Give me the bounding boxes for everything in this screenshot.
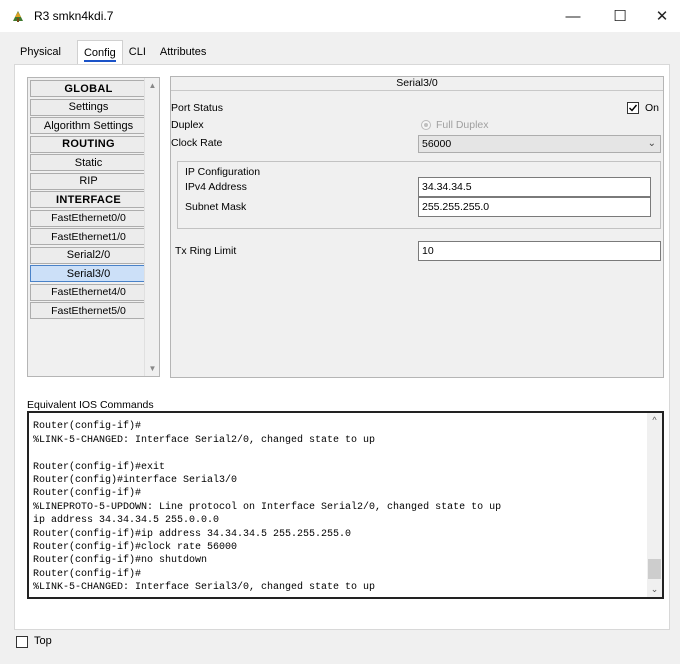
scroll-down-icon[interactable]: ▼ bbox=[145, 361, 160, 376]
ip-config-label: IP Configuration bbox=[185, 166, 261, 178]
scroll-up-icon[interactable]: ▲ bbox=[145, 78, 160, 93]
interface-config: Serial3/0 Port Status On Duplex Full Dup… bbox=[170, 76, 664, 378]
console-line: Router(config-if)# bbox=[33, 488, 142, 500]
subnet-mask-input[interactable]: 255.255.255.0 bbox=[418, 197, 651, 217]
console-line: Router(config-if)#no shutdown bbox=[33, 555, 208, 567]
window-client: Physical Config CLI Attributes GLOBAL Se… bbox=[0, 32, 680, 664]
console-line: Router(config)#interface Serial3/0 bbox=[33, 475, 238, 487]
sidebar-header-global: GLOBAL bbox=[30, 80, 147, 97]
sidebar-item-serial2-0[interactable]: Serial2/0 bbox=[30, 246, 147, 264]
sidebar-item-fastethernet5-0[interactable]: FastEthernet5/0 bbox=[30, 302, 147, 319]
full-duplex-radio[interactable] bbox=[421, 120, 431, 130]
maximize-button[interactable]: ☐ bbox=[597, 0, 643, 32]
ios-commands-console[interactable]: Router(config-if)# %LINK-5-CHANGED: Inte… bbox=[27, 411, 664, 599]
minimize-button[interactable]: — bbox=[550, 0, 596, 32]
sidebar-item-settings[interactable]: Settings bbox=[30, 98, 147, 116]
console-line: %LINEPROTO-5-UPDOWN: Line protocol on In… bbox=[33, 501, 502, 513]
sidebar-scrollbar[interactable]: ▲ ▼ bbox=[144, 78, 159, 376]
console-text: Router(config-if)# %LINK-5-CHANGED: Inte… bbox=[33, 413, 645, 595]
tx-ring-limit-input[interactable]: 10 bbox=[418, 241, 661, 261]
scroll-thumb[interactable] bbox=[648, 559, 661, 579]
router-app-icon bbox=[13, 11, 23, 22]
duplex-label: Duplex bbox=[171, 119, 204, 131]
sidebar-item-static[interactable]: Static bbox=[30, 154, 147, 171]
console-line: Router(config-if)#ip address 34.34.34.5 … bbox=[33, 528, 352, 540]
subnet-mask-label: Subnet Mask bbox=[185, 201, 247, 213]
top-label: Top bbox=[34, 635, 52, 647]
port-on-label: On bbox=[645, 102, 660, 114]
console-scrollbar[interactable]: ^ ⌄ bbox=[647, 413, 662, 597]
port-status-label: Port Status bbox=[171, 102, 223, 114]
sidebar-item-fastethernet4-0[interactable]: FastEthernet4/0 bbox=[30, 283, 147, 301]
ip-configuration-group: IP Configuration IPv4 Address 34.34.34.5… bbox=[177, 161, 661, 229]
tab-physical[interactable]: Physical bbox=[14, 40, 67, 64]
console-line: %LINK-5-CHANGED: Interface Serial3/0, ch… bbox=[33, 582, 376, 594]
title-bar: R3 smkn4kdi.7 — ☐ ✕ bbox=[0, 0, 680, 32]
scroll-up-icon[interactable]: ^ bbox=[647, 415, 662, 425]
clock-rate-label: Clock Rate bbox=[171, 137, 223, 149]
scroll-down-icon[interactable]: ⌄ bbox=[647, 584, 662, 595]
tab-cli[interactable]: CLI bbox=[123, 40, 152, 64]
port-status-checkbox[interactable] bbox=[627, 102, 639, 114]
sidebar-item-fastethernet0-0[interactable]: FastEthernet0/0 bbox=[30, 209, 147, 227]
ipv4-address-input[interactable]: 34.34.34.5 bbox=[418, 177, 651, 197]
sidebar-header-routing: ROUTING bbox=[30, 135, 147, 153]
check-icon bbox=[629, 104, 638, 112]
sidebar-list: GLOBAL Settings Algorithm Settings ROUTI… bbox=[30, 80, 147, 374]
sidebar-item-algorithm-settings[interactable]: Algorithm Settings bbox=[30, 117, 147, 134]
sidebar-item-rip[interactable]: RIP bbox=[30, 172, 147, 190]
full-duplex-label: Full Duplex bbox=[436, 119, 489, 131]
config-panel: GLOBAL Settings Algorithm Settings ROUTI… bbox=[14, 64, 670, 630]
ipv4-label: IPv4 Address bbox=[185, 181, 247, 193]
tab-attributes[interactable]: Attributes bbox=[154, 40, 212, 64]
ios-commands-label: Equivalent IOS Commands bbox=[27, 399, 154, 411]
console-line: Router(config-if)# bbox=[33, 421, 142, 433]
console-line: %LINK-5-CHANGED: Interface Serial2/0, ch… bbox=[33, 434, 376, 446]
sidebar-header-interface: INTERFACE bbox=[30, 191, 147, 208]
interface-title: Serial3/0 bbox=[171, 77, 663, 91]
console-line: Router(config-if)#exit bbox=[33, 461, 166, 473]
console-line: Router(config-if)#clock rate 56000 bbox=[33, 542, 238, 554]
console-line: ip address 34.34.34.5 255.0.0.0 bbox=[33, 515, 220, 527]
sidebar: GLOBAL Settings Algorithm Settings ROUTI… bbox=[27, 77, 160, 377]
tx-ring-limit-label: Tx Ring Limit bbox=[175, 245, 237, 257]
top-checkbox[interactable] bbox=[16, 636, 28, 648]
window-title: R3 smkn4kdi.7 bbox=[34, 9, 114, 23]
console-line: Router(config-if)# bbox=[33, 568, 142, 580]
clock-rate-value: 56000 bbox=[422, 138, 452, 150]
chevron-down-icon: ⌄ bbox=[647, 138, 656, 149]
tab-config[interactable]: Config bbox=[76, 40, 123, 64]
sidebar-item-serial3-0[interactable]: Serial3/0 bbox=[30, 265, 147, 282]
clock-rate-select[interactable]: 56000 ⌄ bbox=[418, 135, 661, 153]
close-button[interactable]: ✕ bbox=[644, 0, 680, 32]
sidebar-item-fastethernet1-0[interactable]: FastEthernet1/0 bbox=[30, 228, 147, 245]
tab-strip: Physical Config CLI Attributes bbox=[14, 40, 212, 64]
